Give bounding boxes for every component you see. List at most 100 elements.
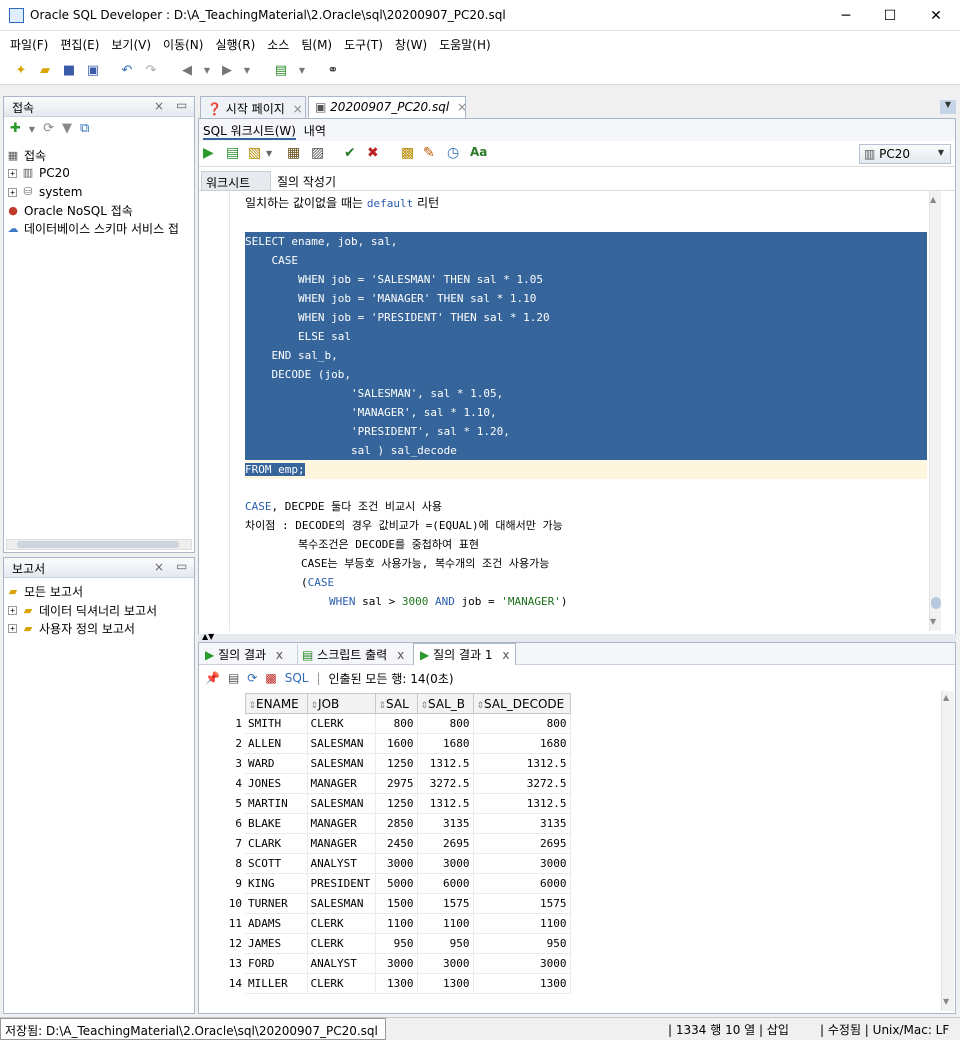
tab-query-result-1[interactable]: ▶ 질의 결과 1 x [413,643,517,665]
cell-sal[interactable]: 1600 [375,733,418,754]
cell-sal-decode[interactable]: 3135 [473,813,571,834]
unshared-sql-icon[interactable]: ▩ [401,145,414,161]
scroll-up-icon[interactable]: ▲ [943,693,949,702]
cell-sal[interactable]: 800 [375,713,418,734]
tree-item-all-reports[interactable]: ▰ 모든 보고서 [6,583,83,600]
insert-mode[interactable]: 삽입 [767,1023,789,1037]
minimize-panel-icon[interactable]: ▭ [176,98,187,112]
tab-sql-worksheet[interactable]: SQL 워크시트(W) [203,124,296,140]
close-icon[interactable]: × [293,102,303,116]
expand-icon[interactable]: + [8,624,17,633]
tab-script-output[interactable]: ▤ 스크립트 출력 x [297,644,408,665]
cell-ename[interactable]: ALLEN [245,733,308,754]
line-ending[interactable]: Unix/Mac: LF [873,1023,950,1037]
cell-sal-decode[interactable]: 1312.5 [473,793,571,814]
close-icon[interactable]: × [457,100,467,114]
table-row[interactable]: 5 MARTIN SALESMAN 1250 1312.5 1312.5 [201,793,571,814]
close-icon[interactable]: × [154,560,164,574]
cell-sal-decode[interactable]: 3272.5 [473,773,571,794]
commit-icon[interactable]: ✔ [344,145,356,161]
open-folder-icon[interactable]: ▰ [36,61,54,79]
menu-help[interactable]: 도움말(H) [439,36,491,53]
cell-ename[interactable]: SCOTT [245,853,308,874]
binoculars-icon[interactable]: ⚭ [324,61,342,79]
cell-sal-b[interactable]: 6000 [417,873,474,894]
cell-job[interactable]: CLERK [307,933,376,954]
format-icon[interactable]: Aa [470,145,487,159]
tree-item-schema-service[interactable]: ☁ 데이터베이스 스키마 서비스 접 [6,220,179,237]
menu-window[interactable]: 창(W) [395,36,427,53]
cell-job[interactable]: SALESMAN [307,893,376,914]
cell-job[interactable]: CLERK [307,973,376,994]
cell-sal-decode[interactable]: 1680 [473,733,571,754]
scroll-up-icon[interactable]: ▲ [930,195,936,204]
tab-history[interactable]: 내역 [304,124,326,138]
cell-sal[interactable]: 5000 [375,873,418,894]
cell-ename[interactable]: FORD [245,953,308,974]
tab-sql-file[interactable]: ▣ 20200907_PC20.sql × [308,96,467,118]
column-header-job[interactable]: ⇕JOB [306,693,376,714]
back-dropdown-icon[interactable]: ▼ [198,61,216,79]
cell-sal-b[interactable]: 800 [417,713,474,734]
cancel-icon[interactable]: ▩ [265,671,276,685]
cell-sal-b[interactable]: 1680 [417,733,474,754]
close-icon[interactable]: x [276,648,283,662]
cell-ename[interactable]: MARTIN [245,793,308,814]
cell-sal-b[interactable]: 1575 [417,893,474,914]
sql-link[interactable]: SQL [285,671,309,685]
rollback-icon[interactable]: ✖ [367,145,379,161]
clear-icon[interactable]: ✎ [423,145,435,161]
table-row[interactable]: 6 BLAKE MANAGER 2850 3135 3135 [201,813,571,834]
autotrace-dropdown-icon[interactable]: ▼ [266,149,272,158]
scrollbar-thumb[interactable] [17,541,179,548]
close-icon[interactable]: x [502,648,509,662]
tab-list-icon[interactable]: ▼ [940,100,956,114]
cell-job[interactable]: CLERK [307,913,376,934]
cell-job[interactable]: ANALYST [307,953,376,974]
cell-sal-b[interactable]: 3272.5 [417,773,474,794]
sql-worksheet-icon[interactable]: ▤ [272,61,290,79]
cell-job[interactable]: ANALYST [307,853,376,874]
results-vertical-scrollbar[interactable]: ▲ ▼ [941,691,954,1011]
close-icon[interactable]: x [397,648,404,662]
cell-sal[interactable]: 2450 [375,833,418,854]
column-header-sal-decode[interactable]: ⇕SAL_DECODE [472,693,571,714]
minimize-panel-icon[interactable]: ▭ [176,559,187,573]
cell-ename[interactable]: ADAMS [245,913,308,934]
cell-ename[interactable]: JAMES [245,933,308,954]
table-row[interactable]: 4 JONES MANAGER 2975 3272.5 3272.5 [201,773,571,794]
cell-sal-b[interactable]: 2695 [417,833,474,854]
tab-query-builder[interactable]: 질의 작성기 [277,173,336,190]
editor-vertical-scrollbar[interactable]: ▲ ▼ [929,191,941,631]
sql-tuning-icon[interactable]: ▨ [311,145,324,161]
cell-job[interactable]: SALESMAN [307,793,376,814]
horizontal-scrollbar[interactable] [6,539,192,550]
column-header-ename[interactable]: ⇕ENAME [244,693,308,714]
cell-sal-decode[interactable]: 3000 [473,953,571,974]
schema-browser-icon[interactable]: ⧉ [80,121,89,136]
minimize-button[interactable]: ─ [823,0,869,31]
cell-job[interactable]: MANAGER [307,773,376,794]
cell-sal-decode[interactable]: 6000 [473,873,571,894]
cell-sal[interactable]: 2975 [375,773,418,794]
menu-view[interactable]: 보기(V) [111,36,151,53]
table-row[interactable]: 7 CLARK MANAGER 2450 2695 2695 [201,833,571,854]
cell-sal[interactable]: 950 [375,933,418,954]
results-grid[interactable]: ⇕ENAME ⇕JOB ⇕SAL ⇕SAL_B ⇕SAL_DECODE 1 SMI… [201,693,571,994]
cell-ename[interactable]: SMITH [245,713,308,734]
run-script-icon[interactable]: ▤ [226,145,239,161]
cell-sal-b[interactable]: 3135 [417,813,474,834]
tab-start-page[interactable]: ❓ 시작 페이지 × [200,96,306,118]
cell-sal-decode[interactable]: 800 [473,713,571,734]
cell-sal-b[interactable]: 3000 [417,853,474,874]
cell-sal[interactable]: 3000 [375,853,418,874]
tree-item-system[interactable]: + ⛁ system [8,185,82,199]
tree-connections-root[interactable]: ▦ 접속 [6,147,46,164]
cell-sal-decode[interactable]: 1100 [473,913,571,934]
menu-file[interactable]: 파일(F) [10,36,48,53]
cell-sal[interactable]: 3000 [375,953,418,974]
cell-sal-decode[interactable]: 1312.5 [473,753,571,774]
cell-ename[interactable]: TURNER [245,893,308,914]
filter-icon[interactable]: ▼ [62,121,72,136]
menu-tools[interactable]: 도구(T) [344,36,383,53]
